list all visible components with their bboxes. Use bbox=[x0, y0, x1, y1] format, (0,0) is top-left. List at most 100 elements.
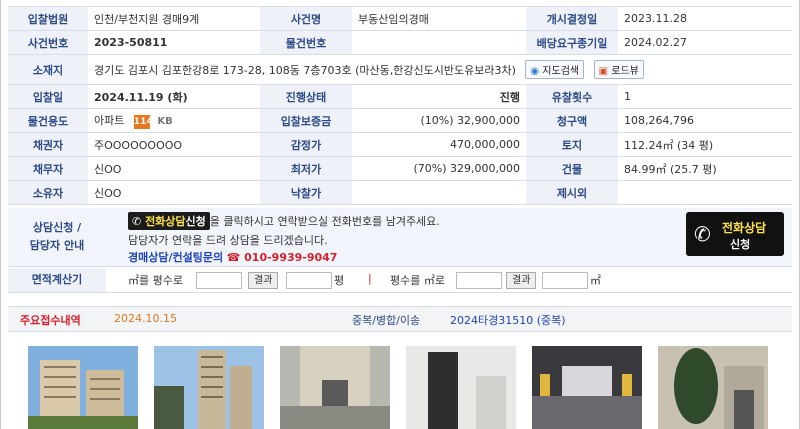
case-type-label: 사건명 bbox=[260, 6, 352, 31]
consult-label-line1: 상담신청 / bbox=[32, 221, 82, 234]
sqm-input[interactable] bbox=[196, 272, 242, 289]
consult-label-line2: 담당자 안내 bbox=[29, 239, 85, 252]
apartment-tower-image bbox=[154, 346, 264, 429]
pyeong-result[interactable] bbox=[286, 272, 332, 289]
winning-price-label: 낙찰가 bbox=[260, 180, 352, 205]
pyeong-to-sqm-label: 평수를 ㎡로 bbox=[390, 274, 445, 287]
roadview-label: 로드뷰 bbox=[611, 66, 639, 77]
deposit-value: (10%) 32,900,000 bbox=[352, 108, 526, 133]
photo-hallway-door[interactable] bbox=[406, 346, 516, 429]
usage-cell: 아파트 114 KB bbox=[88, 108, 260, 133]
history-row: 주요접수내역 2024.10.15 중복/병합/이송 2024타경31510 (… bbox=[8, 306, 792, 332]
consult-line-2: 담당자가 연락을 드려 상담을 드리겠습니다. bbox=[128, 234, 328, 247]
min-price-value: (70%) 329,000,000 bbox=[352, 156, 526, 181]
consult-section: 상담신청 / 담당자 안내 ✆ 전화상담신청 을 클릭하시고 연락받으실 전화번호를… bbox=[8, 208, 792, 267]
building-value: 84.99㎡ (25.7 평) bbox=[618, 156, 792, 181]
phone-icon: ✆ bbox=[694, 222, 711, 246]
photo-apartment-exterior-2[interactable] bbox=[154, 346, 264, 429]
sqm-to-pyeong-label: ㎡를 평수로 bbox=[128, 274, 183, 287]
creditor-value: 주OOOOOOOOO bbox=[88, 132, 260, 157]
address-cell: 경기도 김포시 김포한강8로 173-28, 108동 7층703호 (마산동,… bbox=[88, 54, 792, 85]
sqm-unit: ㎡ bbox=[590, 274, 601, 287]
claim-value: 108,264,796 bbox=[618, 108, 792, 133]
map-search-label: 지도검색 bbox=[542, 66, 580, 77]
appraisal-value: 470,000,000 bbox=[352, 132, 526, 157]
area-calculator-label: 면적계산기 bbox=[8, 268, 106, 292]
parking-image bbox=[532, 346, 642, 429]
phone-icon: ✆ bbox=[132, 215, 142, 228]
photo-strip bbox=[28, 346, 788, 429]
consult-instruction: 을 클릭하시고 연락받으실 전화번호를 남겨주세요. bbox=[209, 215, 440, 228]
dividend-date-value: 2024.02.27 bbox=[618, 30, 792, 55]
entrance-tree-image bbox=[658, 346, 768, 429]
status-value: 진행 bbox=[352, 84, 526, 109]
phone-consult-button-line1: 전화상담 bbox=[722, 221, 767, 235]
dividend-date-label: 배당요구종기일 bbox=[526, 30, 618, 55]
exclusion-value bbox=[618, 180, 792, 205]
exclusion-label: 제시외 bbox=[526, 180, 618, 205]
address-label: 소재지 bbox=[8, 54, 88, 85]
creditor-label: 채권자 bbox=[8, 132, 88, 157]
pyeong-unit: 평 bbox=[334, 274, 345, 287]
camera-icon: ▣ bbox=[598, 66, 609, 77]
roadview-button[interactable]: ▣ 로드뷰 bbox=[593, 60, 644, 79]
consult-contact-label: 경매상담/컨설팅문의 bbox=[128, 251, 224, 264]
convert-to-pyeong-button[interactable]: 결과 bbox=[248, 272, 279, 289]
history-label: 주요접수내역 bbox=[20, 314, 81, 327]
land-value: 112.24㎡ (34 평) bbox=[618, 132, 792, 157]
start-date-label: 개시결정일 bbox=[526, 6, 618, 31]
court-value: 인천/부천지원 경매9계 bbox=[88, 6, 260, 31]
case-no-value: 2023-50811 bbox=[88, 30, 260, 55]
land-label: 토지 bbox=[526, 132, 618, 157]
owner-value: 신OO bbox=[88, 180, 260, 205]
address-value: 경기도 김포시 김포한강8로 173-28, 108동 7층703호 (마산동,… bbox=[94, 64, 516, 77]
fail-count-value: 1 bbox=[618, 84, 792, 109]
winning-price-value bbox=[352, 180, 526, 205]
photo-apartment-entrance-2[interactable] bbox=[658, 346, 768, 429]
auction-info-table: 입찰법원 인천/부천지원 경매9계 사건명 부동산임의경매 개시결정일 2023… bbox=[8, 6, 792, 205]
convert-to-sqm-button[interactable]: 결과 bbox=[506, 272, 537, 289]
owner-label: 소유자 bbox=[8, 180, 88, 205]
building-label: 건물 bbox=[526, 156, 618, 181]
item-no-label: 물건번호 bbox=[260, 30, 352, 55]
usage-label: 물건용도 bbox=[8, 108, 88, 133]
case-type-value: 부동산임의경매 bbox=[352, 6, 526, 31]
debtor-value: 신OO bbox=[88, 156, 260, 181]
photo-apartment-exterior-1[interactable] bbox=[28, 346, 138, 429]
hallway-image bbox=[406, 346, 516, 429]
apartment-exterior-image bbox=[28, 346, 138, 429]
consult-line-1: ✆ 전화상담신청 을 클릭하시고 연락받으실 전화번호를 남겨주세요. bbox=[128, 212, 440, 230]
appraisal-label: 감정가 bbox=[260, 132, 352, 157]
phone-consult-chip-suffix: 신청 bbox=[185, 215, 206, 228]
debtor-label: 채무자 bbox=[8, 156, 88, 181]
dup-label: 중복/병합/이송 bbox=[352, 314, 421, 327]
consult-phone: ☎ 010-9939-9047 bbox=[226, 251, 338, 264]
consult-line-3: 경매상담/컨설팅문의 ☎ 010-9939-9047 bbox=[128, 249, 337, 265]
divider: | bbox=[368, 272, 372, 285]
photo-parking-garage[interactable] bbox=[532, 346, 642, 429]
kb-badge-icon[interactable]: KB bbox=[157, 116, 172, 127]
badge-114-icon[interactable]: 114 bbox=[133, 115, 153, 129]
item-no-value bbox=[352, 30, 526, 55]
court-label: 입찰법원 bbox=[8, 6, 88, 31]
usage-value: 아파트 bbox=[94, 114, 125, 127]
history-date: 2024.10.15 bbox=[114, 312, 177, 325]
pyeong-input[interactable] bbox=[456, 272, 502, 289]
status-label: 진행상태 bbox=[260, 84, 352, 109]
area-calculator: 면적계산기 ㎡를 평수로 결과 평 | 평수를 ㎡로 결과 ㎡ bbox=[8, 268, 792, 293]
bid-date-value: 2024.11.19 (화) bbox=[88, 84, 260, 109]
photo-apartment-entrance[interactable] bbox=[280, 346, 390, 429]
fail-count-label: 유찰횟수 bbox=[526, 84, 618, 109]
sqm-result[interactable] bbox=[542, 272, 588, 289]
globe-icon: ◉ bbox=[530, 66, 540, 77]
bid-date-label: 입찰일 bbox=[8, 84, 88, 109]
phone-consult-button[interactable]: ✆ 전화상담 신청 bbox=[686, 212, 784, 256]
deposit-label: 입찰보증금 bbox=[260, 108, 352, 133]
dup-value[interactable]: 2024타경31510 (중복) bbox=[450, 312, 566, 328]
entrance-image bbox=[280, 346, 390, 429]
map-search-button[interactable]: ◉ 지도검색 bbox=[525, 60, 585, 79]
case-no-label: 사건번호 bbox=[8, 30, 88, 55]
phone-consult-chip-label: 전화상담 bbox=[145, 215, 186, 228]
phone-consult-button-line2: 신청 bbox=[730, 238, 751, 251]
phone-consult-chip[interactable]: ✆ 전화상담신청 bbox=[128, 212, 210, 230]
